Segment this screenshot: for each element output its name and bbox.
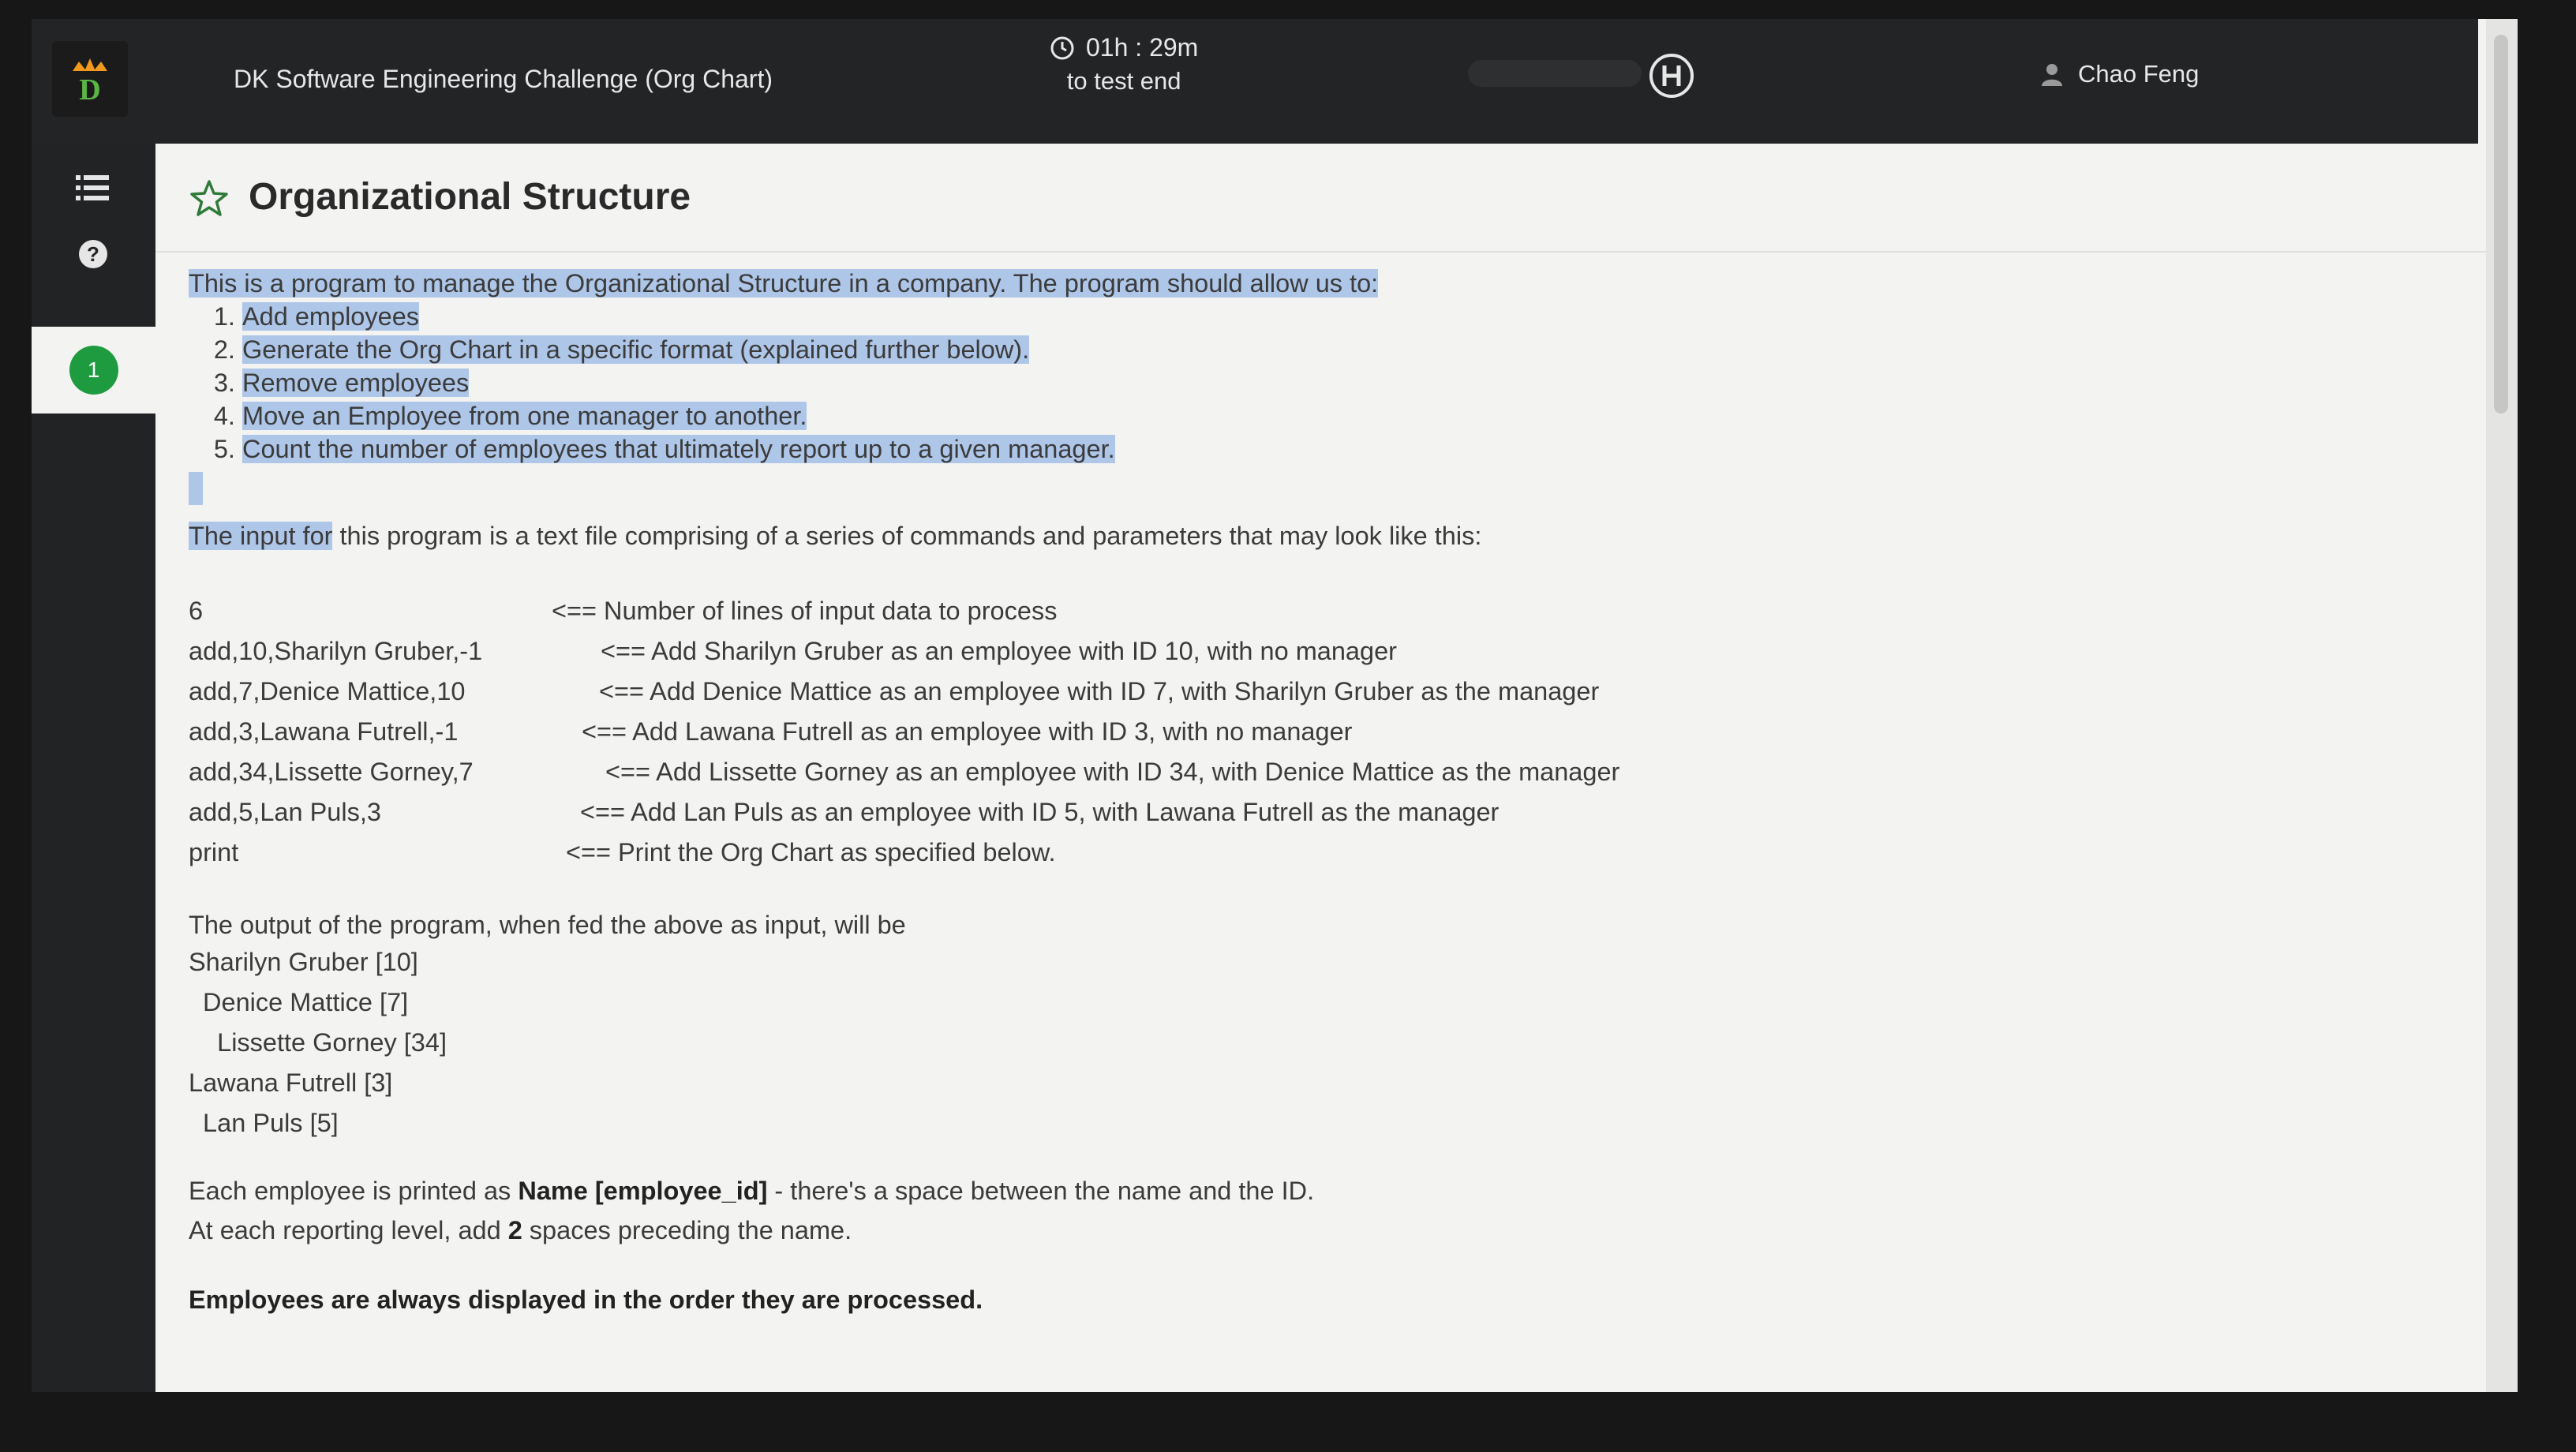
command-code: add,5,Lan Puls,3: [189, 797, 381, 826]
clock-icon: [1050, 36, 1074, 59]
output-intro: The output of the program, when fed the …: [189, 911, 906, 939]
problem-statement: This is a program to manage the Organiza…: [189, 267, 2462, 1316]
hackerrank-icon[interactable]: [1648, 52, 1695, 99]
requirements-list: Add employees Generate the Org Chart in …: [189, 300, 2462, 466]
input-description: The input for this program is a text fil…: [189, 519, 2462, 552]
command-code: add,7,Denice Mattice,10: [189, 676, 466, 705]
sample-output: Sharilyn Gruber [10] Denice Mattice [7] …: [189, 941, 2462, 1143]
command-row: add,7,Denice Mattice,10 <== Add Denice M…: [189, 671, 2462, 711]
test-timer: 01h : 29m to test end: [1050, 33, 1198, 95]
command-row: add,3,Lawana Futrell,-1 <== Add Lawana F…: [189, 711, 2462, 751]
question-panel: Organizational Structure This is a progr…: [155, 144, 2486, 1392]
browser-screen: D DK Software Engineering Challenge (Org…: [32, 19, 2518, 1392]
timer-label: to test end: [1066, 67, 1181, 95]
list-item: Remove employees: [242, 366, 2462, 399]
command-code: add,10,Sharilyn Gruber,-1: [189, 636, 483, 665]
command-row: add,10,Sharilyn Gruber,-1 <== Add Sharil…: [189, 631, 2462, 671]
command-row: 6 <== Number of lines of input data to p…: [189, 590, 2462, 631]
sidebar: ? 1: [32, 144, 155, 1392]
input-selected-text: The input for: [189, 522, 333, 550]
list-item: Move an Employee from one manager to ano…: [242, 399, 2462, 432]
command-note: <== Add Lissette Gorney as an employee w…: [605, 757, 1620, 786]
sample-input: 6 <== Number of lines of input data to p…: [189, 590, 2462, 872]
question-number-badge: 1: [69, 346, 118, 395]
list-item: Generate the Org Chart in a specific for…: [242, 333, 2462, 366]
output-line: Lawana Futrell [3]: [189, 1068, 393, 1097]
list-item: Count the number of employees that ultim…: [242, 432, 2462, 466]
output-line: Lan Puls [5]: [189, 1108, 339, 1137]
command-code: add,34,Lissette Gorney,7: [189, 757, 474, 786]
crown-logo-icon: D: [73, 58, 107, 107]
star-icon[interactable]: [189, 178, 230, 219]
format-description: Each employee is printed as Name [employ…: [189, 1177, 1315, 1205]
command-note: <== Add Lawana Futrell as an employee wi…: [582, 717, 1353, 746]
command-code: 6: [189, 596, 204, 625]
top-bar: D DK Software Engineering Challenge (Org…: [32, 19, 2478, 144]
intro-text: This is a program to manage the Organiza…: [189, 269, 1379, 298]
command-code: print: [189, 837, 239, 866]
indent-description: At each reporting level, add 2 spaces pr…: [189, 1216, 852, 1244]
selection-highlight: [189, 472, 203, 505]
user-icon: [2042, 64, 2062, 86]
list-item: Add employees: [242, 300, 2462, 333]
command-note: <== Print the Org Chart as specified bel…: [566, 837, 1056, 866]
command-row: add,34,Lissette Gorney,7 <== Add Lissett…: [189, 751, 2462, 791]
command-note: <== Add Denice Mattice as an employee wi…: [599, 676, 1600, 705]
format-example: Name [employee_id]: [518, 1177, 768, 1205]
input-rest-text: this program is a text file comprising o…: [332, 522, 1482, 550]
timer-value: 01h : 29m: [1086, 33, 1199, 62]
help-icon[interactable]: ?: [79, 240, 107, 268]
question-header: Organizational Structure: [155, 144, 2486, 253]
command-row: add,5,Lan Puls,3 <== Add Lan Puls as an …: [189, 791, 2462, 832]
svg-text:D: D: [79, 73, 100, 107]
command-note: <== Add Sharilyn Gruber as an employee w…: [601, 636, 1397, 665]
draftkings-logo[interactable]: D: [52, 41, 128, 117]
test-title: DK Software Engineering Challenge (Org C…: [234, 65, 773, 93]
page-scrollbar[interactable]: [2486, 19, 2518, 1392]
order-note: Employees are always displayed in the or…: [189, 1285, 983, 1314]
user-name: Chao Feng: [2078, 60, 2200, 88]
question-tab-1[interactable]: 1: [32, 327, 155, 414]
question-list-icon[interactable]: [76, 174, 110, 202]
command-code: add,3,Lawana Futrell,-1: [189, 717, 459, 746]
command-row: print <== Print the Org Chart as specifi…: [189, 832, 2462, 872]
question-title: Organizational Structure: [249, 176, 691, 218]
command-note: <== Number of lines of input data to pro…: [552, 596, 1058, 625]
user-menu[interactable]: Chao Feng: [2040, 60, 2199, 88]
scrollbar-thumb[interactable]: [2494, 35, 2508, 414]
command-note: <== Add Lan Puls as an employee with ID …: [580, 797, 1500, 826]
indent-count: 2: [507, 1216, 522, 1244]
output-line: Denice Mattice [7]: [189, 987, 409, 1016]
test-progress-bar: [1468, 60, 1642, 87]
output-line: Sharilyn Gruber [10]: [189, 947, 418, 976]
output-line: Lissette Gorney [34]: [189, 1027, 447, 1057]
